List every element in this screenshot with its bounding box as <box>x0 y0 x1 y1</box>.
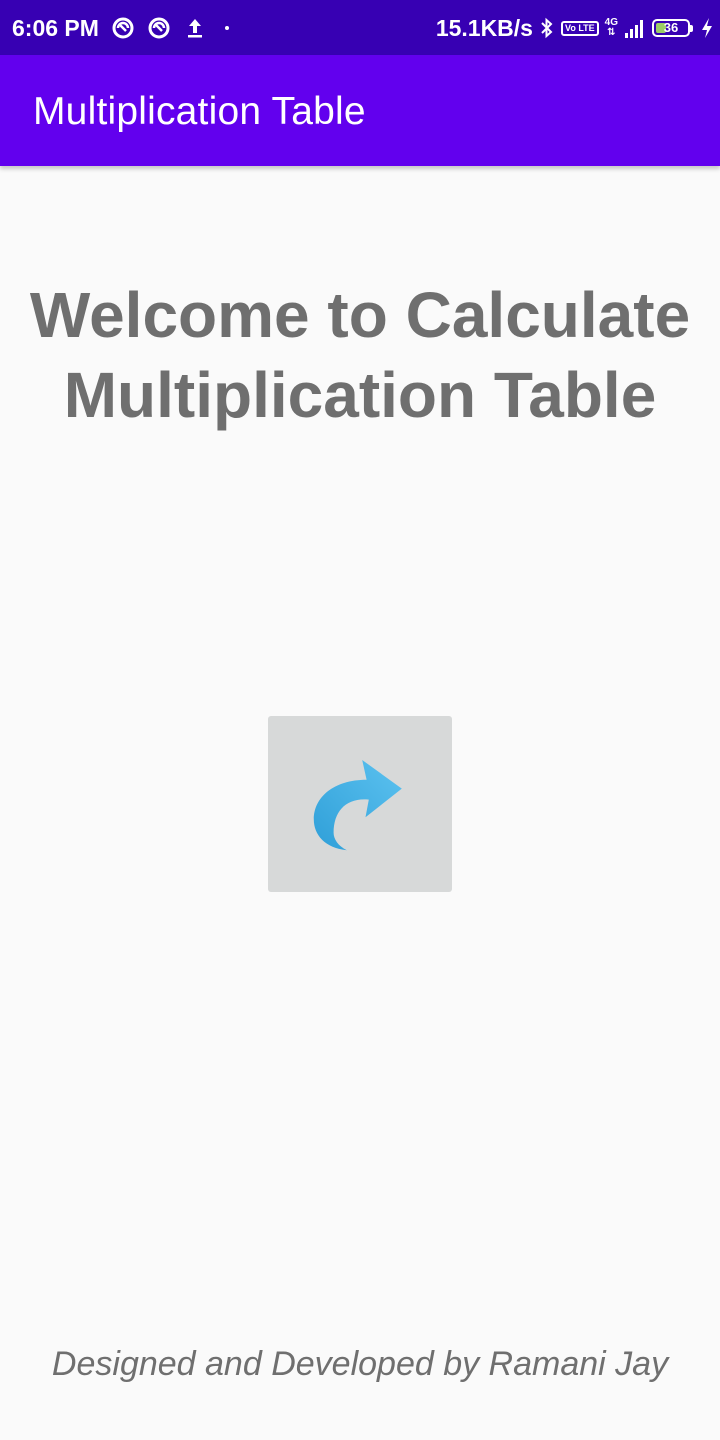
screen: 6:06 PM 15.1KB/s Vo LTE 4G ⇅ 36 Multipli… <box>0 0 720 1440</box>
data-saver-icon <box>111 16 135 40</box>
upload-icon <box>183 16 207 40</box>
status-bar-left: 6:06 PM <box>12 14 229 42</box>
status-bar: 6:06 PM 15.1KB/s Vo LTE 4G ⇅ 36 <box>0 0 720 55</box>
data-arrows-icon: ⇅ <box>607 27 616 38</box>
volte-icon: Vo LTE <box>560 20 599 36</box>
footer-credit: Designed and Developed by Ramani Jay <box>51 1345 669 1383</box>
battery-icon: 36 <box>652 19 693 37</box>
battery-level: 36 <box>663 20 679 35</box>
battery-cap <box>690 25 693 32</box>
bluetooth-icon <box>539 16 555 40</box>
welcome-heading: Welcome to Calculate Multiplication Tabl… <box>0 275 720 435</box>
forward-arrow-icon <box>305 749 415 859</box>
welcome-line-1: Welcome to Calculate <box>29 279 691 351</box>
data-saver-icon <box>147 16 171 40</box>
app-bar: Multiplication Table <box>0 55 720 166</box>
signal-icon <box>624 16 646 40</box>
welcome-line-2: Multiplication Table <box>63 359 657 431</box>
status-time: 6:06 PM <box>12 14 99 41</box>
network-speed: 15.1KB/s <box>435 14 533 41</box>
network-type: 4G ⇅ <box>605 18 618 38</box>
charging-icon <box>700 16 714 40</box>
forward-button[interactable] <box>268 716 452 892</box>
notification-dot-icon <box>224 26 229 30</box>
status-bar-right: 15.1KB/s Vo LTE 4G ⇅ 36 <box>436 14 714 42</box>
app-title: Multiplication Table <box>33 90 366 133</box>
